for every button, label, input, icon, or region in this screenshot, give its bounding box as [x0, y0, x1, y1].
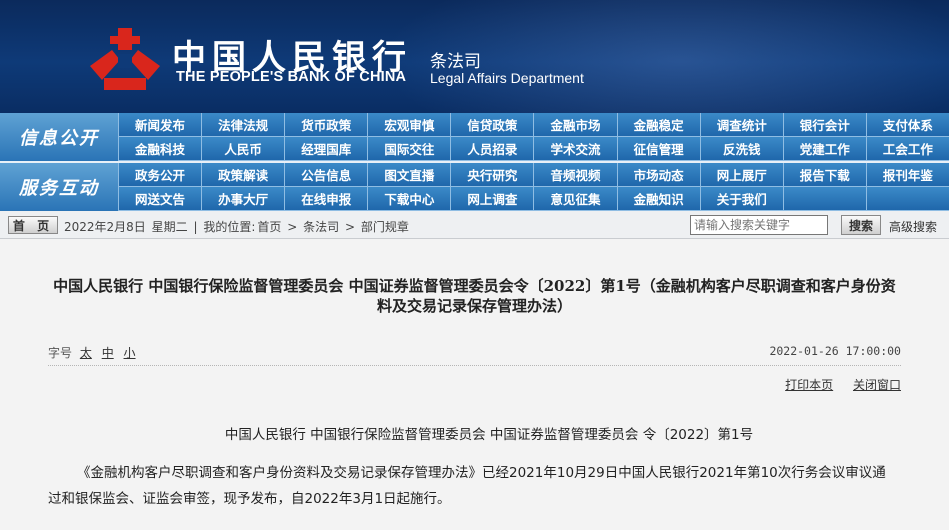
- nav-item[interactable]: 网送文告: [118, 187, 202, 211]
- nav-item[interactable]: 学术交流: [533, 137, 617, 161]
- nav-item[interactable]: 金融知识: [616, 187, 700, 211]
- nav-item[interactable]: 经理国库: [284, 137, 368, 161]
- font-size-label: 字号: [48, 346, 73, 360]
- font-size-medium[interactable]: 中: [102, 346, 114, 360]
- advanced-search-link[interactable]: 高级搜索: [889, 218, 937, 235]
- location-label: 我的位置:: [203, 220, 256, 234]
- nav-item[interactable]: 音频视频: [533, 163, 617, 187]
- font-size-small[interactable]: 小: [124, 346, 136, 360]
- print-page-link[interactable]: 打印本页: [785, 378, 833, 392]
- nav-section-service[interactable]: 服务互动: [0, 163, 118, 211]
- nav-item[interactable]: 金融市场: [533, 113, 617, 137]
- pboc-logo-icon[interactable]: [90, 28, 160, 90]
- search-input[interactable]: [690, 215, 828, 235]
- breadcrumb-sep: >: [287, 220, 298, 234]
- nav-section-info-public[interactable]: 信息公开: [0, 113, 118, 161]
- breadcrumb-dept[interactable]: 条法司: [303, 220, 339, 234]
- nav-grid-service: 政务公开 政策解读 公告信息 图文直播 央行研究 音频视频 市场动态 网上展厅 …: [118, 163, 949, 211]
- article-tools: 打印本页 关闭窗口: [769, 376, 901, 393]
- nav-item[interactable]: 人民币: [201, 137, 285, 161]
- nav-item[interactable]: 人员招录: [450, 137, 534, 161]
- nav-item[interactable]: 报告下载: [782, 163, 866, 187]
- nav-item[interactable]: 图文直播: [367, 163, 451, 187]
- nav-item[interactable]: 银行会计: [782, 113, 866, 137]
- nav-item[interactable]: 党建工作: [782, 137, 866, 161]
- nav-item[interactable]: 反洗钱: [699, 137, 783, 161]
- article-meta: 字号 太 中 小 2022-01-26 17:00:00: [48, 344, 901, 366]
- dept-name-en: Legal Affairs Department: [430, 70, 584, 86]
- nav-item[interactable]: 办事大厅: [201, 187, 285, 211]
- nav-item[interactable]: 意见征集: [533, 187, 617, 211]
- breadcrumb-rules[interactable]: 部门规章: [361, 220, 409, 234]
- nav-item[interactable]: 网上展厅: [699, 163, 783, 187]
- nav-item[interactable]: 下载中心: [367, 187, 451, 211]
- nav-grid-info: 新闻发布 法律法规 货币政策 宏观审慎 信贷政策 金融市场 金融稳定 调查统计 …: [118, 113, 949, 161]
- nav-item[interactable]: 金融稳定: [616, 113, 700, 137]
- nav-item[interactable]: 央行研究: [450, 163, 534, 187]
- nav-item[interactable]: 货币政策: [284, 113, 368, 137]
- nav-item-empty: [865, 187, 949, 211]
- breadcrumb-sep: >: [344, 220, 356, 234]
- nav-item[interactable]: 金融科技: [118, 137, 202, 161]
- order-number-line: 中国人民银行 中国银行保险监督管理委员会 中国证券监督管理委员会 令〔2022〕…: [224, 427, 754, 443]
- nav-item[interactable]: 调查统计: [699, 113, 783, 137]
- nav-item-empty: [782, 187, 866, 211]
- dept-name-cn: 条法司: [430, 52, 481, 72]
- nav-item[interactable]: 法律法规: [201, 113, 285, 137]
- separator: |: [193, 220, 198, 234]
- nav-item[interactable]: 政务公开: [118, 163, 202, 187]
- nav-item[interactable]: 征信管理: [616, 137, 700, 161]
- nav-item[interactable]: 公告信息: [284, 163, 368, 187]
- main-nav: 信息公开 服务互动 新闻发布 法律法规 货币政策 宏观审慎 信贷政策 金融市场 …: [0, 113, 949, 211]
- font-size-large[interactable]: 太: [80, 346, 92, 360]
- article-title-line1: 中国人民银行 中国银行保险监督管理委员会 中国证券监督管理委员会令〔2022〕第…: [53, 277, 896, 295]
- nav-item[interactable]: 关于我们: [699, 187, 783, 211]
- nav-item[interactable]: 市场动态: [616, 163, 700, 187]
- nav-item[interactable]: 宏观审慎: [367, 113, 451, 137]
- nav-item[interactable]: 支付体系: [865, 113, 949, 137]
- nav-item[interactable]: 网上调查: [450, 187, 534, 211]
- close-window-link[interactable]: 关闭窗口: [853, 378, 901, 392]
- nav-item[interactable]: 政策解读: [201, 163, 285, 187]
- header-banner: 中国人民银行 THE PEOPLE'S BANK OF CHINA 条法司 Le…: [0, 0, 949, 113]
- home-button[interactable]: 首 页: [8, 216, 58, 234]
- breadcrumb-home[interactable]: 首页: [257, 220, 281, 234]
- article-title: 中国人民银行 中国银行保险监督管理委员会 中国证券监督管理委员会令〔2022〕第…: [0, 276, 949, 316]
- current-weekday: 星期二: [151, 220, 188, 234]
- search-button[interactable]: 搜索: [841, 215, 881, 235]
- nav-item[interactable]: 工会工作: [865, 137, 949, 161]
- article-title-line2: 料及交易记录保存管理办法）: [376, 297, 572, 315]
- nav-item[interactable]: 信贷政策: [450, 113, 534, 137]
- breadcrumb-bar: 首 页 2022年2月8日 星期二 | 我的位置: 首页 > 条法司 > 部门规章…: [0, 211, 949, 239]
- article-paragraph-line1: 《金融机构客户尽职调查和客户身份资料及交易记录保存管理办法》已经2021年10月…: [77, 465, 886, 481]
- breadcrumb: 2022年2月8日 星期二 | 我的位置: 首页 > 条法司 > 部门规章: [64, 218, 411, 235]
- nav-item[interactable]: 国际交往: [367, 137, 451, 161]
- nav-item[interactable]: 报刊年鉴: [865, 163, 949, 187]
- article: 中国人民银行 中国银行保险监督管理委员会 中国证券监督管理委员会令〔2022〕第…: [0, 240, 949, 530]
- bank-name-en: THE PEOPLE'S BANK OF CHINA: [176, 69, 407, 85]
- nav-item[interactable]: 新闻发布: [118, 113, 202, 137]
- nav-item[interactable]: 在线申报: [284, 187, 368, 211]
- article-paragraph-line2: 过和银保监会、证监会审签，现予发布，自2022年3月1日起施行。: [48, 491, 451, 507]
- current-date: 2022年2月8日: [64, 220, 146, 234]
- publish-time: 2022-01-26 17:00:00: [769, 344, 901, 358]
